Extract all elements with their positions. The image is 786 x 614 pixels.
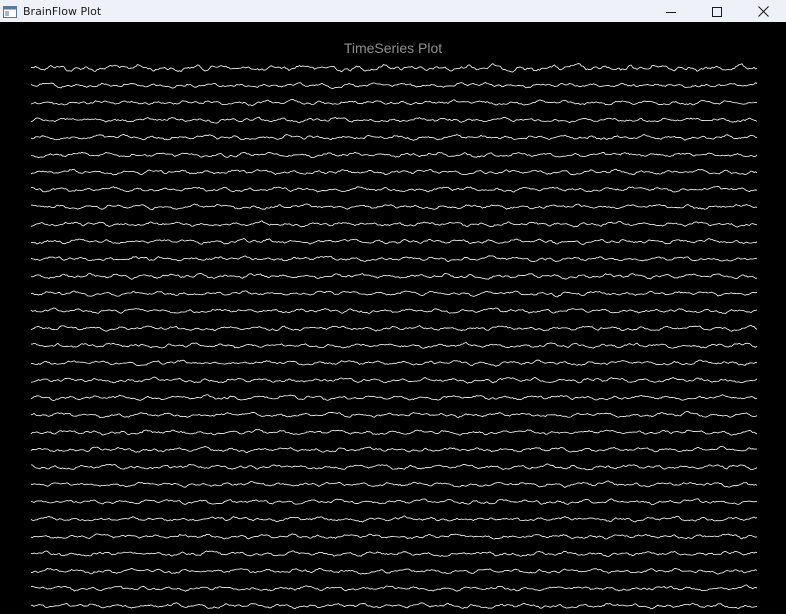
minimize-button[interactable] [648,0,694,22]
channel-trace-13 [30,272,758,280]
channel-trace-11 [30,238,758,245]
channel-trace-10 [30,220,758,228]
channel-trace-29 [30,550,758,557]
channel-trace-19 [30,376,758,384]
channel-trace-12 [30,255,758,263]
channel-trace-30 [30,567,758,575]
plot-area: TimeSeries Plot [0,22,786,614]
channel-trace-4 [30,116,758,124]
channel-trace-32 [30,602,758,610]
channel-trace-31 [30,584,758,592]
window-title: BrainFlow Plot [23,4,102,18]
channel-trace-14 [30,290,758,298]
channel-trace-23 [30,445,758,454]
brainflow-plot-window: BrainFlow Plot TimeSeries Plot [0,0,786,614]
window-controls [648,0,786,22]
close-button[interactable] [740,0,786,22]
channel-trace-25 [30,480,758,488]
channel-trace-18 [30,359,758,367]
channel-trace-20 [30,394,758,401]
plot-title: TimeSeries Plot [343,40,443,56]
channel-trace-21 [30,411,758,419]
channel-trace-16 [30,325,758,332]
close-icon [757,2,769,21]
title-bar[interactable]: BrainFlow Plot [0,0,786,22]
channel-trace-15 [30,307,758,314]
channel-trace-28 [30,533,758,540]
channel-trace-9 [30,203,758,211]
minimize-icon [666,2,676,21]
channel-trace-22 [30,429,758,436]
channel-trace-3 [30,98,758,106]
maximize-icon [712,2,722,21]
channel-trace-6 [30,151,758,159]
channel-trace-8 [30,185,758,193]
channel-trace-26 [30,498,758,506]
channel-trace-17 [30,341,758,349]
maximize-button[interactable] [694,0,740,22]
app-window-icon [3,4,17,18]
channel-trace-5 [30,134,758,141]
channel-trace-7 [30,168,758,176]
timeseries-chart [30,63,758,610]
channel-trace-1 [30,63,758,73]
channel-trace-24 [30,463,758,471]
channel-trace-2 [30,82,758,89]
channel-trace-27 [30,515,758,523]
